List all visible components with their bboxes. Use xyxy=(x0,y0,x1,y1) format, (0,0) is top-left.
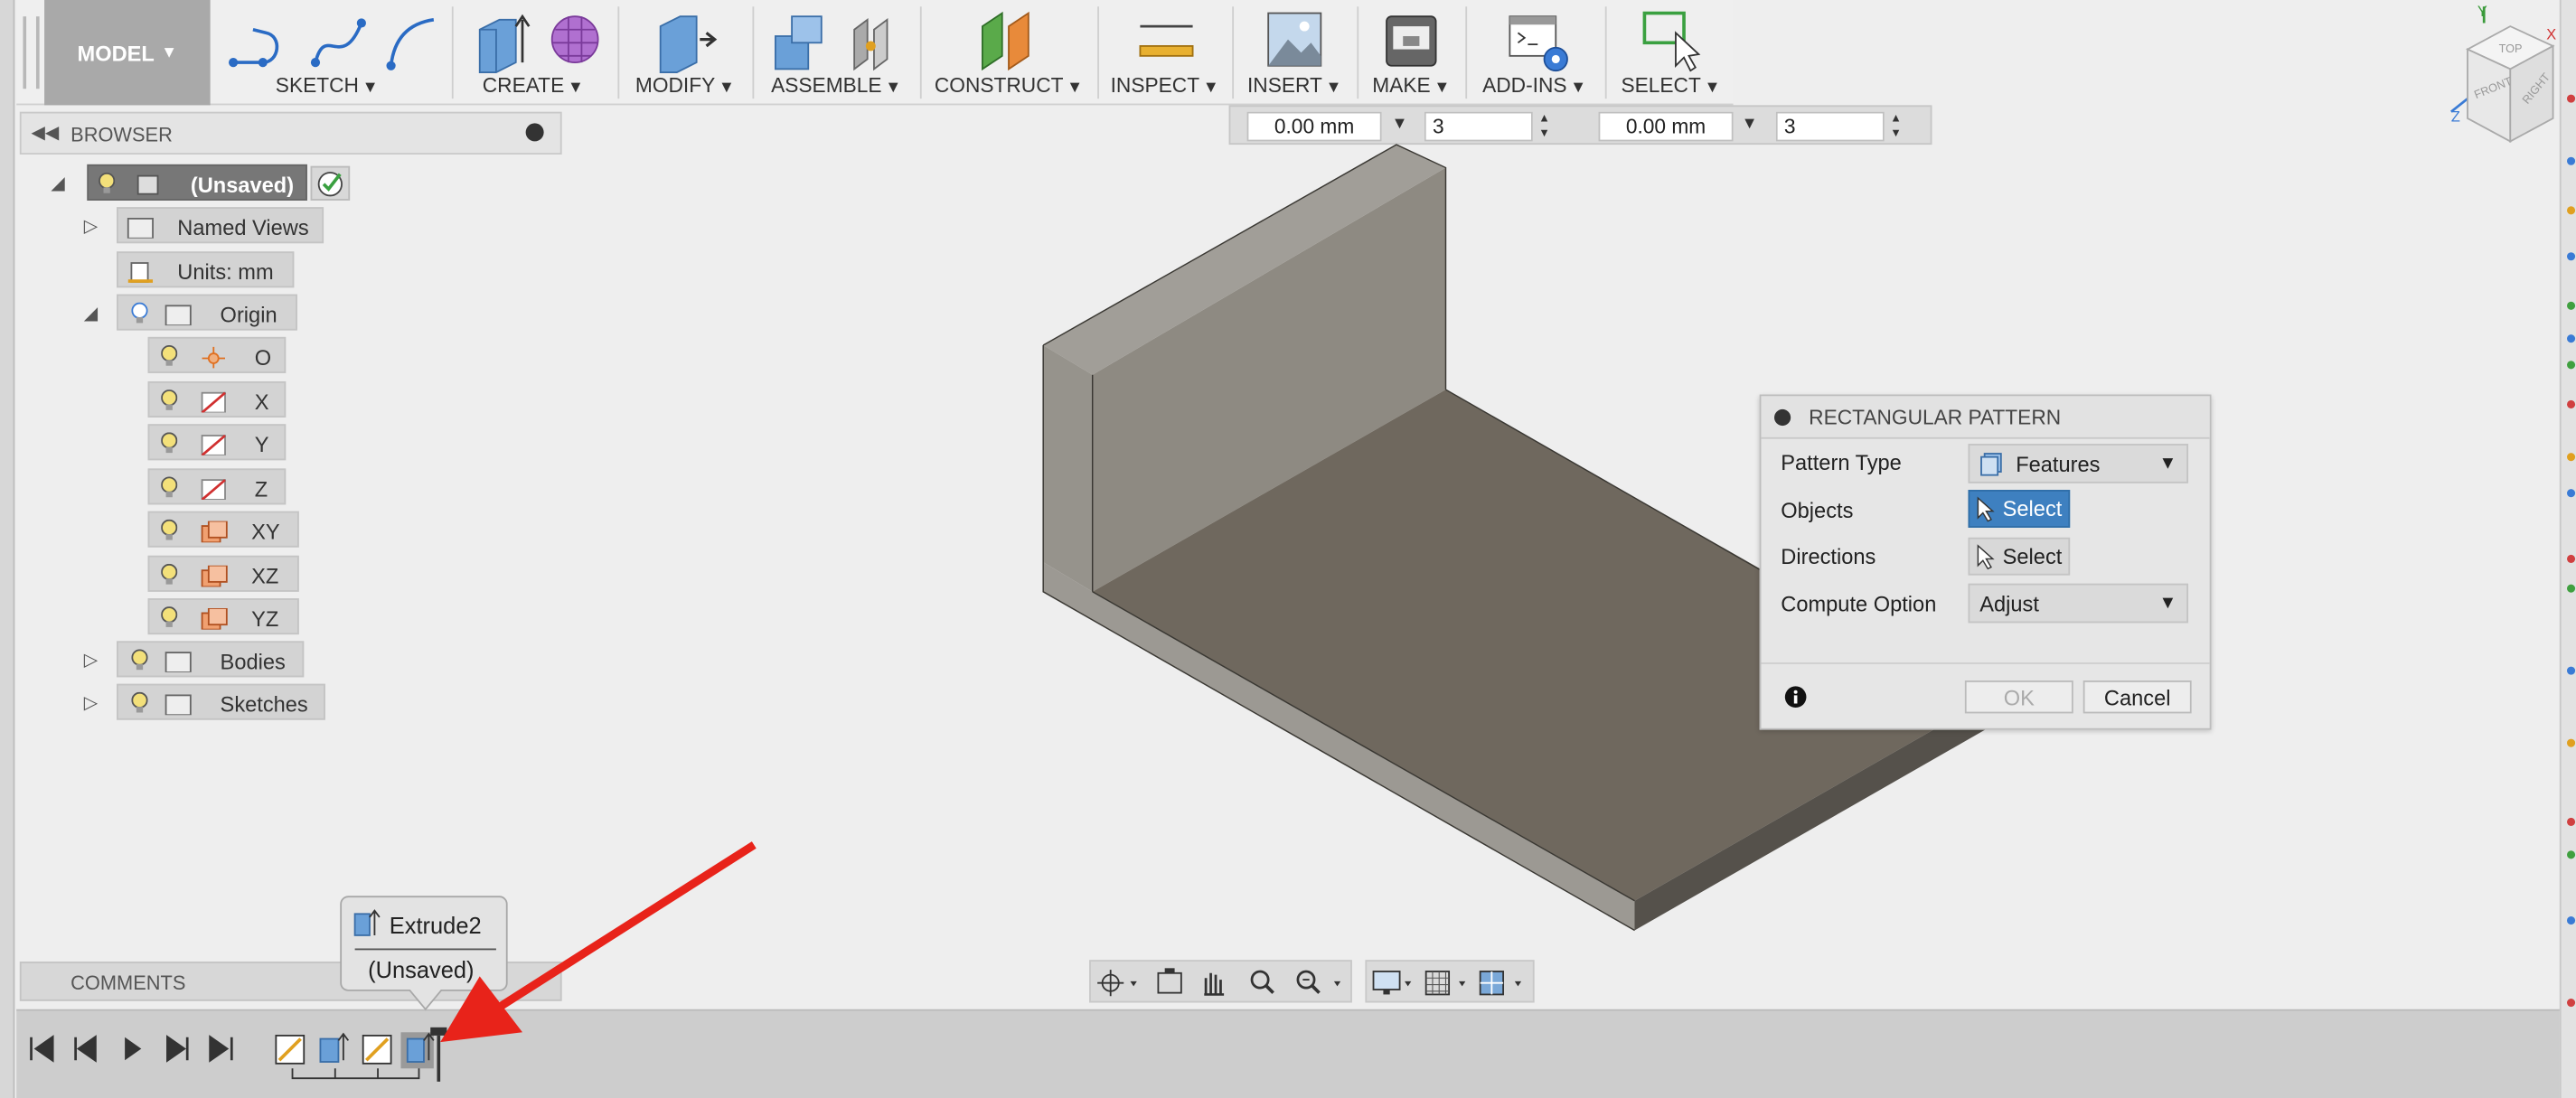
red-annotation-arrow xyxy=(440,841,757,1043)
